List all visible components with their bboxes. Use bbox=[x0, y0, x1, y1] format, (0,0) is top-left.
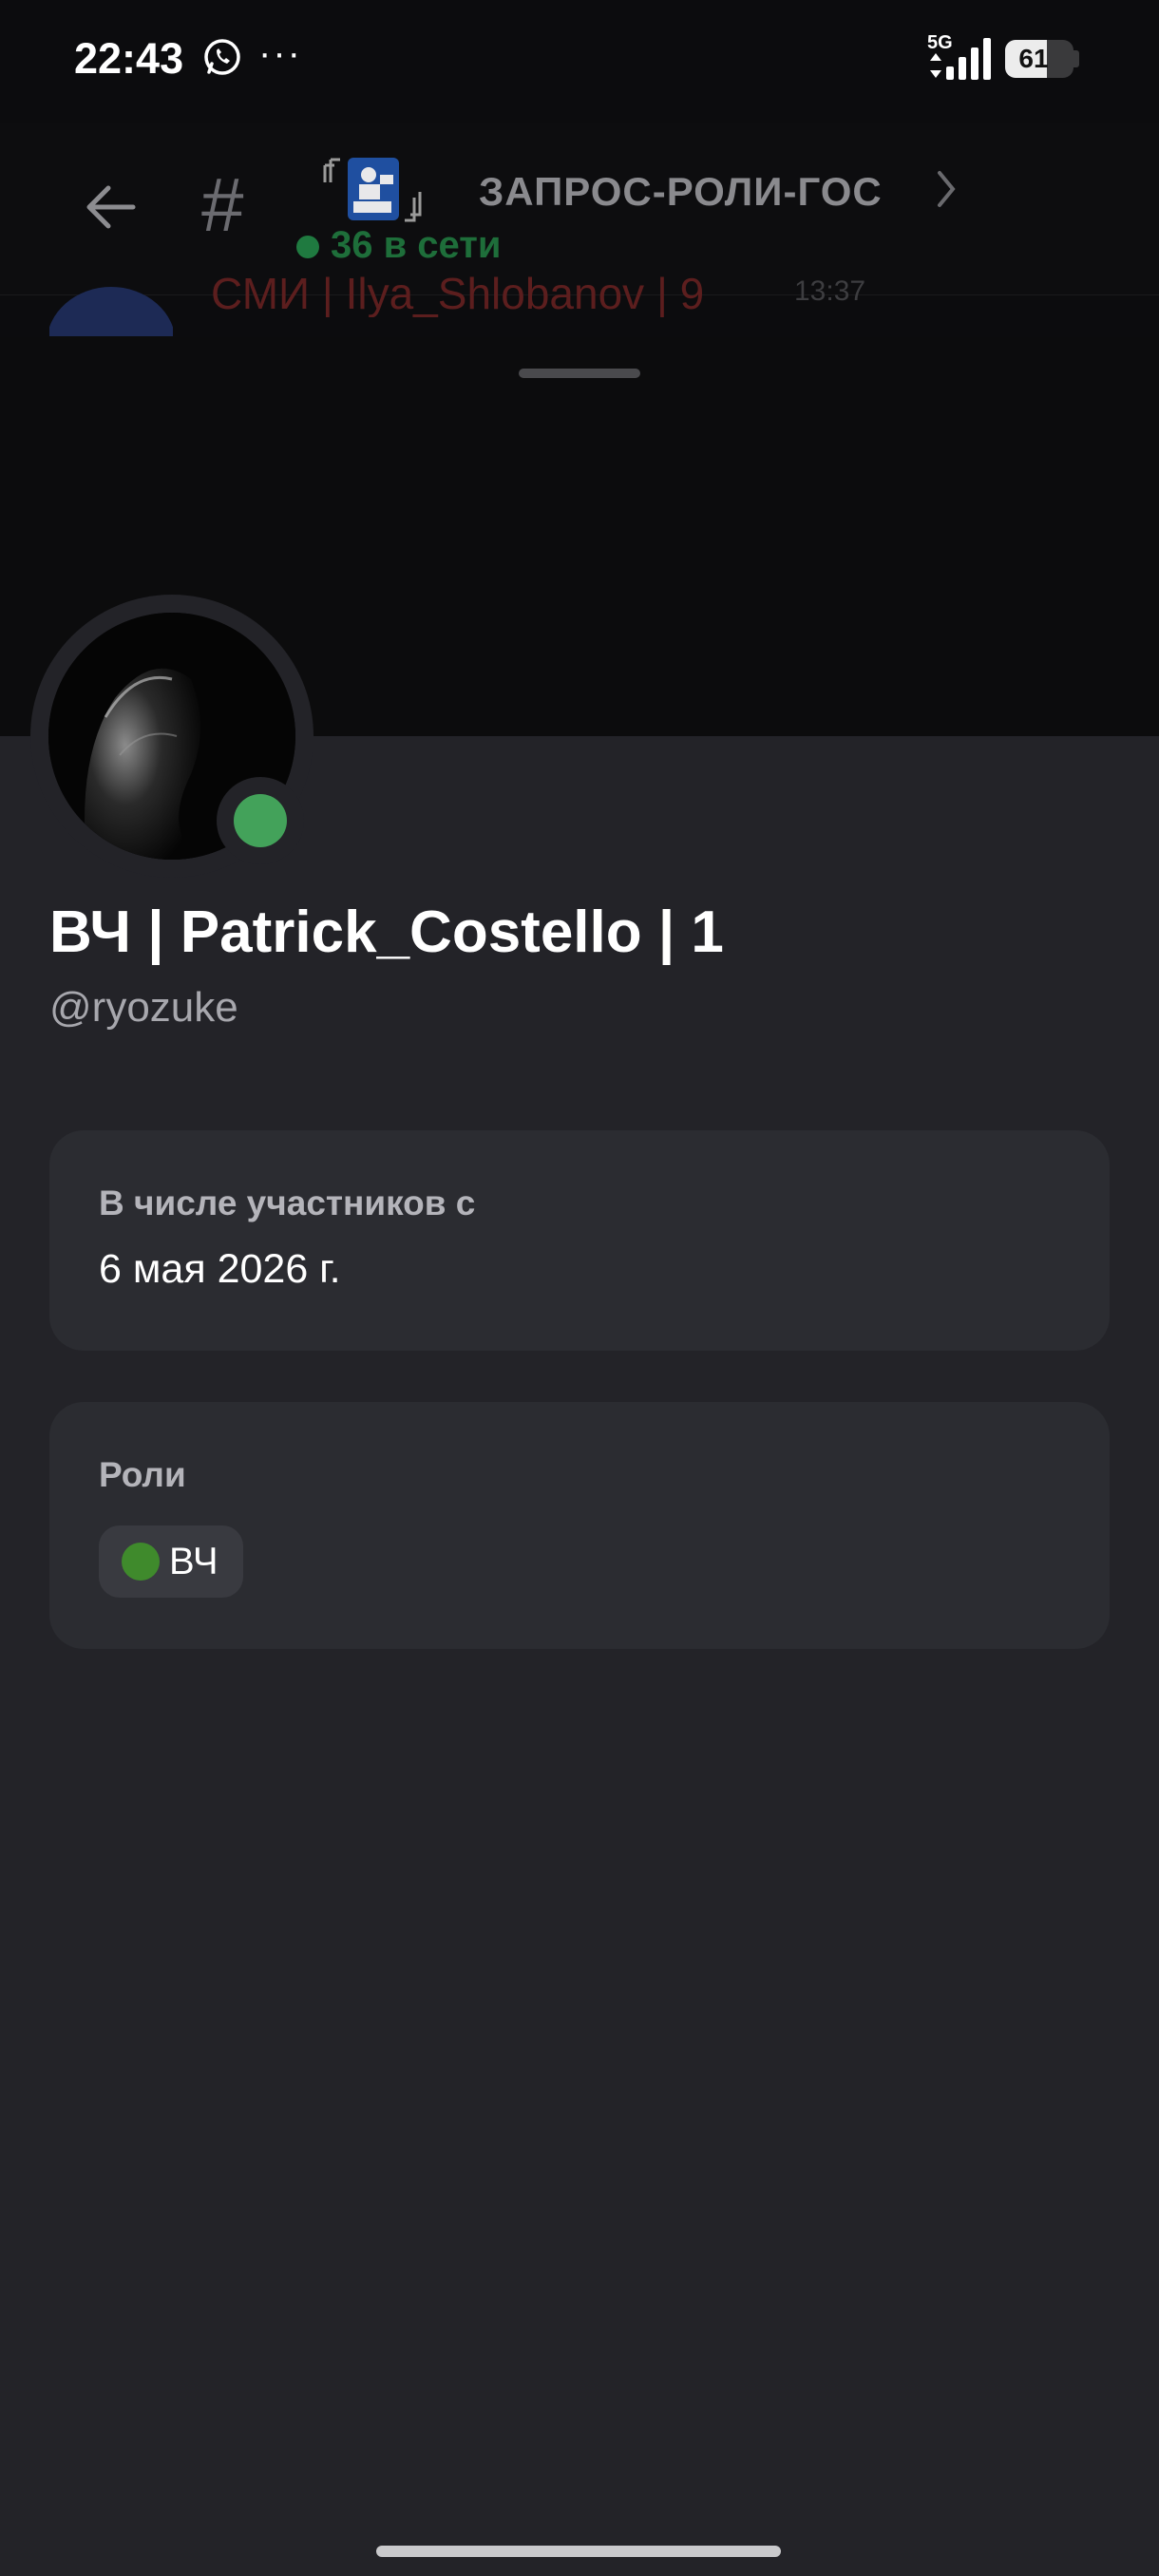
roles-label: Роли bbox=[99, 1455, 186, 1494]
background-message-avatar bbox=[49, 287, 173, 336]
background-message-author: СМИ | Ilya_Shlobanov | 9 bbox=[211, 269, 705, 317]
online-count: 36 в сети bbox=[331, 224, 502, 266]
battery-tip bbox=[1074, 50, 1079, 67]
member-since-value: 6 мая 2026 г. bbox=[99, 1246, 341, 1292]
roles-card: Роли ВЧ bbox=[49, 1402, 1110, 1649]
profile-display-name: ВЧ | Patrick_Costello | 1 bbox=[49, 900, 724, 965]
online-indicator-icon bbox=[296, 236, 319, 258]
online-status-icon bbox=[234, 794, 287, 847]
signal-icon bbox=[946, 38, 991, 80]
sheet-drag-handle[interactable] bbox=[519, 369, 640, 378]
battery-icon: 61 bbox=[1005, 40, 1074, 78]
hash-icon: # bbox=[201, 162, 244, 247]
back-arrow-icon[interactable] bbox=[82, 179, 139, 236]
whatsapp-icon bbox=[204, 39, 240, 75]
member-since-card: В числе участников с 6 мая 2026 г. bbox=[49, 1130, 1110, 1351]
profile-username[interactable]: @ryozuke bbox=[49, 984, 238, 1032]
more-dots-icon: ··· bbox=[258, 32, 302, 74]
role-name: ВЧ bbox=[169, 1541, 218, 1582]
status-bar: 22:43 ··· 5G 61 bbox=[0, 0, 1159, 123]
member-since-label: В числе участников с bbox=[99, 1184, 476, 1222]
status-time: 22:43 bbox=[74, 34, 184, 83]
role-color-dot bbox=[122, 1543, 160, 1581]
background-message-time: 13:37 bbox=[794, 275, 866, 307]
home-indicator[interactable] bbox=[376, 2546, 781, 2557]
chevron-right-icon[interactable] bbox=[936, 169, 957, 209]
passport-control-emoji bbox=[323, 158, 422, 222]
data-arrows-icon bbox=[930, 53, 941, 78]
channel-name[interactable]: ЗАПРОС-РОЛИ-ГОС bbox=[479, 169, 883, 215]
battery-percent: 61 bbox=[1018, 44, 1049, 73]
role-chip[interactable]: ВЧ bbox=[99, 1525, 243, 1598]
